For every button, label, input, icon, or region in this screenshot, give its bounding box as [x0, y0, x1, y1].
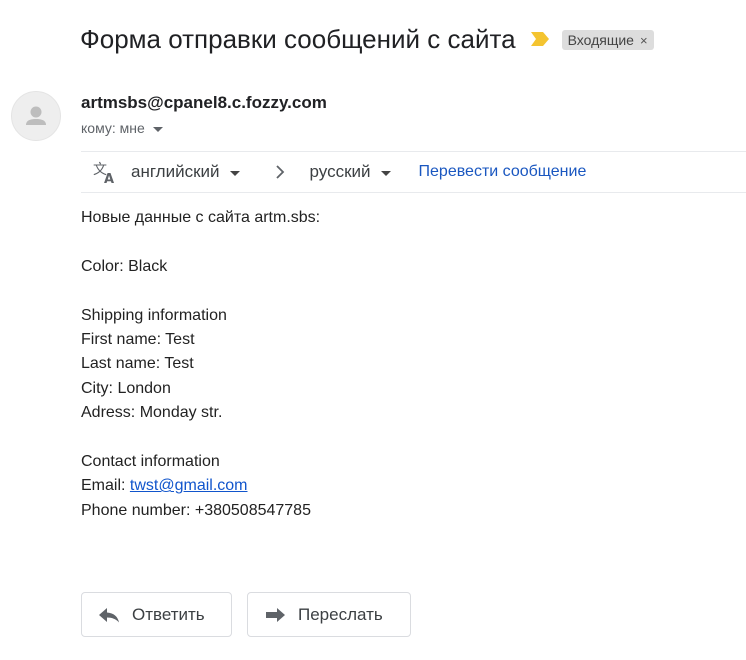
inbox-label-chip: Входящие × — [561, 30, 654, 50]
target-language-select[interactable]: русский — [310, 162, 391, 182]
body-intro: Новые данные с сайта artm.sbs: — [81, 209, 321, 226]
contact-header: Contact information — [81, 452, 220, 470]
body-color: Color: Black — [81, 257, 168, 275]
reply-icon — [99, 607, 119, 622]
shipping-header: Shipping information — [81, 306, 227, 324]
first-name-line: First name: Test — [81, 330, 195, 348]
details-dropdown-icon[interactable] — [152, 126, 163, 132]
source-language-select[interactable]: английский — [131, 162, 240, 182]
source-language-dropdown-icon — [229, 170, 240, 176]
translate-icon: 文 A — [93, 162, 114, 184]
target-language-label: русский — [309, 162, 371, 181]
target-language-dropdown-icon — [380, 170, 391, 176]
city-line: City: London — [81, 379, 171, 397]
sender-address[interactable]: artmsbs@cpanel8.c.fozzy.com — [81, 93, 327, 113]
subject-row: Форма отправки сообщений с сайта Входящи… — [80, 20, 654, 58]
email-line: Email: twst@gmail.com — [81, 474, 320, 498]
phone-line: Phone number: +380508547785 — [81, 501, 311, 519]
forward-icon — [266, 607, 285, 622]
last-name-line: Last name: Test — [81, 355, 194, 373]
recipient-text: кому: мне — [81, 120, 145, 136]
importance-marker-icon[interactable] — [530, 30, 550, 48]
translate-message-link[interactable]: Перевести сообщение — [419, 163, 587, 181]
address-line: Adress: Monday str. — [81, 404, 223, 422]
email-link[interactable]: twst@gmail.com — [130, 477, 248, 494]
source-language-label: английский — [131, 162, 220, 181]
reply-button-label: Ответить — [132, 604, 205, 624]
avatar — [11, 91, 61, 141]
svg-text:A: A — [104, 172, 114, 184]
reply-button[interactable]: Ответить — [81, 592, 232, 637]
inbox-label-text: Входящие — [567, 32, 634, 48]
recipient-line: кому: мне — [81, 120, 163, 136]
default-person-icon — [26, 106, 46, 125]
email-label: Email: — [81, 477, 130, 495]
forward-button-label: Переслать — [298, 604, 383, 624]
forward-button[interactable]: Переслать — [247, 592, 411, 637]
chevron-right-icon — [275, 165, 284, 179]
email-subject: Форма отправки сообщений с сайта — [80, 24, 516, 54]
remove-label-icon[interactable]: × — [640, 33, 648, 48]
translate-bar: 文 A английский русский Перевести сообщен… — [81, 151, 746, 193]
email-body: Новые данные с сайта artm.sbs: Color: Bl… — [81, 206, 320, 523]
